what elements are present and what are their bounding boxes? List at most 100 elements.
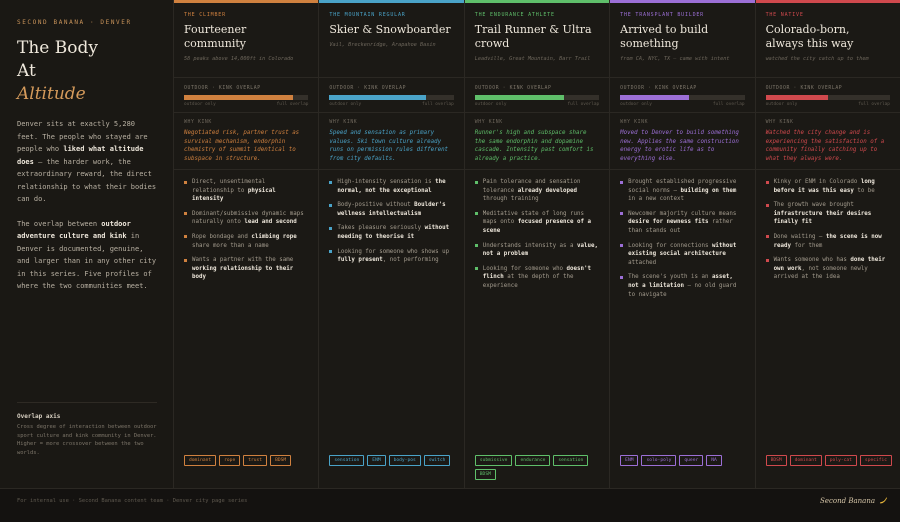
profile-tag: BDSM: [765, 455, 787, 466]
profile-kicker: THE TRANSPLANT BUILDER: [620, 12, 704, 18]
profile-subtitle: watched the city catch up to them: [765, 56, 869, 62]
profile-tag: sensation: [553, 455, 589, 466]
profile-tag: endurance: [515, 455, 551, 466]
why-kink-block: WHY KINK Speed and sensation as primary …: [319, 113, 464, 170]
profile-tags: BDSM dominant poly-cat specific: [765, 455, 894, 466]
profile-tag: switch: [423, 455, 451, 466]
profile-tag: solo-poly: [641, 455, 677, 466]
profile-kicker: THE NATIVE: [765, 12, 804, 18]
profile-subtitle: 58 peaks above 14,000ft in Colorado: [184, 56, 294, 62]
overlap-meter: OUTDOOR · KINK OVERLAP outdoor only full …: [319, 78, 464, 113]
profile-kicker: THE ENDURANCE ATHLETE: [474, 12, 555, 18]
profile-bullet: Understands intensity as a value, not a …: [474, 242, 599, 259]
brand-label: SECOND BANANA · DENVER: [17, 19, 132, 26]
overlap-track: [329, 95, 454, 100]
profile-bullet: Wants someone who has done their own wor…: [765, 256, 890, 282]
profile-column: THE NATIVE Colorado-born, always this wa…: [754, 0, 900, 488]
profile-bullet: Takes pleasure seriously without needing…: [329, 224, 453, 241]
profile-bullet: Looking for someone who doesn't flinch a…: [474, 265, 599, 291]
profile-tag: specific: [859, 455, 893, 466]
profile-column: THE ENDURANCE ATHLETE Trail Runner & Ult…: [463, 0, 610, 488]
profile-kicker: THE MOUNTAIN REGULAR: [329, 12, 406, 18]
profile-tag: rope: [219, 455, 241, 466]
why-kink-block: WHY KINK Watched the city change and is …: [755, 113, 900, 170]
profile-title: Arrived to build something: [620, 23, 709, 50]
overlap-fill: [620, 95, 689, 100]
profile-bullets: Kinky or ENM in Colorado long before it …: [756, 170, 900, 282]
profile-tag: ENM: [620, 455, 639, 466]
profile-bullets: Brought established progressive social n…: [610, 170, 754, 299]
profile-tag: trust: [243, 455, 268, 466]
why-kink-text: Runner's high and subspace share the sam…: [474, 130, 594, 162]
page-grid: SECOND BANANA · DENVER The Body At Altit…: [0, 0, 900, 488]
profile-bullet: Looking for someone who shows up fully p…: [329, 248, 453, 265]
overlap-fill: [765, 95, 828, 100]
profile-column: THE CLIMBER Fourteener community 58 peak…: [173, 0, 319, 488]
overlap-track: [184, 95, 309, 100]
overlap-fill: [474, 95, 565, 100]
profile-tag: NA: [706, 455, 722, 466]
profile-bullet: Meditative state of long runs maps onto …: [474, 210, 599, 236]
profile-kicker: THE CLIMBER: [184, 12, 226, 18]
profile-subtitle: Vail, Breckenridge, Arapahoe Basin: [329, 42, 436, 48]
profile-tag: BDSM: [474, 469, 496, 480]
profile-bullet: Pain tolerance and sensation tolerance a…: [474, 178, 599, 204]
profile-tag: dominant: [184, 455, 217, 466]
profile-bullet: Done waiting — the scene is now ready fo…: [765, 233, 890, 250]
profile-title: Trail Runner & Ultra crowd: [474, 23, 592, 50]
why-kink-text: Watched the city change and is experienc…: [765, 130, 885, 162]
overlap-track: [620, 95, 745, 100]
why-kink-block: WHY KINK Negotiated risk, partner trust …: [174, 113, 319, 170]
profile-tag: sensation: [329, 455, 365, 466]
profile-header: THE TRANSPLANT BUILDER Arrived to build …: [610, 3, 755, 78]
intro-column: SECOND BANANA · DENVER The Body At Altit…: [0, 0, 173, 488]
profile-subtitle: from CA, NYC, TX — came with intent: [620, 56, 730, 62]
profile-bullet: High-intensity sensation is the normal, …: [329, 178, 453, 195]
why-kink-block: WHY KINK Runner's high and subspace shar…: [464, 113, 610, 170]
overlap-meter: OUTDOOR · KINK OVERLAP outdoor only full …: [464, 78, 610, 113]
profile-bullet: Dominant/submissive dynamic maps natural…: [184, 210, 308, 227]
overlap-meter: OUTDOOR · KINK OVERLAP outdoor only full …: [174, 78, 319, 113]
footer-text: For internal use · Second Banana content…: [17, 498, 248, 504]
profile-bullet: Body-positive without Boulder's wellness…: [329, 201, 453, 218]
profile-header: THE CLIMBER Fourteener community 58 peak…: [174, 3, 319, 78]
why-kink-text: Moved to Denver to build something new. …: [620, 130, 739, 162]
why-kink-block: WHY KINK Moved to Denver to build someth…: [610, 113, 755, 170]
overlap-fill: [184, 95, 294, 100]
profile-bullet: Rope bondage and climbing rope share mor…: [184, 233, 308, 250]
profile-header: THE NATIVE Colorado-born, always this wa…: [755, 3, 900, 78]
why-kink-text: Negotiated risk, partner trust as surviv…: [184, 130, 300, 162]
overlap-track: [474, 95, 600, 100]
intro-paragraph-2: The overlap between outdoor adventure cu…: [17, 219, 157, 291]
overlap-meter: OUTDOOR · KINK OVERLAP outdoor only full …: [610, 78, 755, 113]
profile-bullets: Direct, unsentimental relationship to ph…: [174, 170, 318, 282]
profile-tag: body-pos: [388, 455, 421, 466]
profile-bullets: Pain tolerance and sensation tolerance a…: [465, 170, 609, 291]
profile-tags: ENM solo-poly queer NA: [620, 455, 748, 466]
footer: For internal use · Second Banana content…: [0, 488, 900, 522]
profile-tags: sensation ENM body-pos switch: [329, 455, 457, 466]
intro-paragraph-1: Denver sits at exactly 5,280 feet. The p…: [17, 120, 157, 203]
profile-column: THE MOUNTAIN REGULAR Skier & Snowboarder…: [318, 0, 464, 488]
profile-bullet: Newcomer majority culture means desire f…: [620, 210, 744, 236]
banana-icon: [879, 497, 888, 504]
profile-column: THE TRANSPLANT BUILDER Arrived to build …: [609, 0, 755, 488]
profile-bullet: The growth wave brought infrastructure t…: [765, 201, 890, 227]
profile-tag: ENM: [367, 455, 386, 466]
profile-bullet: Kinky or ENM in Colorado long before it …: [765, 178, 890, 195]
profile-bullet: Direct, unsentimental relationship to ph…: [184, 178, 308, 204]
profile-tags: submissive endurance sensation BDSM: [474, 455, 603, 480]
overlap-meter: OUTDOOR · KINK OVERLAP outdoor only full …: [755, 78, 900, 113]
why-kink-text: Speed and sensation as primary values. S…: [329, 130, 449, 162]
profile-header: THE MOUNTAIN REGULAR Skier & Snowboarder…: [319, 3, 464, 78]
profile-bullet: Brought established progressive social n…: [620, 178, 744, 204]
overlap-track: [765, 95, 890, 100]
page-title: The Body At Altitude: [17, 38, 98, 104]
profile-tag: BDSM: [270, 455, 292, 466]
profile-bullet: The scene's youth is an asset, not a lim…: [620, 273, 744, 299]
profile-subtitle: Leadville, Great Mountain, Barr Trail: [474, 56, 591, 62]
profile-bullet: Wants a partner with the same working re…: [184, 256, 308, 282]
profile-tag: dominant: [789, 455, 822, 466]
profile-bullet: Looking for connections without existing…: [620, 242, 744, 268]
overlap-fill: [329, 95, 427, 100]
